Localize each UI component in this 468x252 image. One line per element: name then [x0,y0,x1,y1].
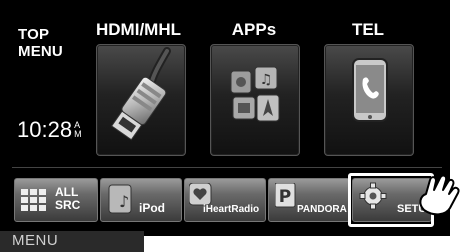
pointing-hand-icon [419,174,460,216]
tel-title: TEL [351,20,385,39]
menu-bar[interactable]: MENU [0,231,144,252]
all-src-line2: SRC [55,198,81,212]
tel-tile[interactable] [324,44,414,156]
pandora-icon: P [275,183,296,208]
iheartradio-button[interactable]: iHeartRadio [184,178,266,222]
clock-display: 10:28 A M [17,117,82,143]
top-menu-label[interactable]: TOP MENU [18,26,63,60]
all-sources-grid-icon [21,189,46,211]
clock-ampm-bottom: M [74,129,82,139]
display-panel: TOP MENU HDMI/MHL APPs TEL ♫ 10:28 A M A… [0,0,450,236]
apps-grid-icon: ♫ [230,66,280,122]
ipod-label: iPod [139,201,165,215]
head-unit-screen: TOP MENU HDMI/MHL APPs TEL ♫ 10:28 A M A… [0,0,468,252]
source-bar: ALL SRC ♪ iPod iHeartRadio P PANDORA SET… [12,167,442,227]
svg-text:P: P [279,187,291,207]
apps-tile[interactable]: ♫ [210,44,300,156]
clock-ampm: AM [74,121,82,139]
iheartradio-label: iHeartRadio [203,204,260,215]
top-menu-line2: MENU [18,43,63,60]
pandora-button[interactable]: P PANDORA [268,178,350,222]
ipod-icon: ♪ [108,184,132,214]
apps-title: APPs [231,20,277,39]
top-menu-line1: TOP [18,26,50,43]
hdmi-title: HDMI/MHL [96,20,181,39]
svg-text:♫: ♫ [260,72,273,88]
ipod-button[interactable]: ♪ iPod [100,178,182,222]
menu-label: MENU [12,232,59,249]
hdmi-cable-icon [110,47,171,141]
all-sources-button[interactable]: ALL SRC [14,178,98,222]
clock-time: 10:28 [17,117,73,142]
phone-icon [352,58,388,122]
all-src-label: ALL SRC [55,186,80,212]
pandora-label: PANDORA [297,204,347,215]
hdmi-mhl-tile[interactable] [96,44,186,156]
svg-text:♪: ♪ [119,192,129,211]
